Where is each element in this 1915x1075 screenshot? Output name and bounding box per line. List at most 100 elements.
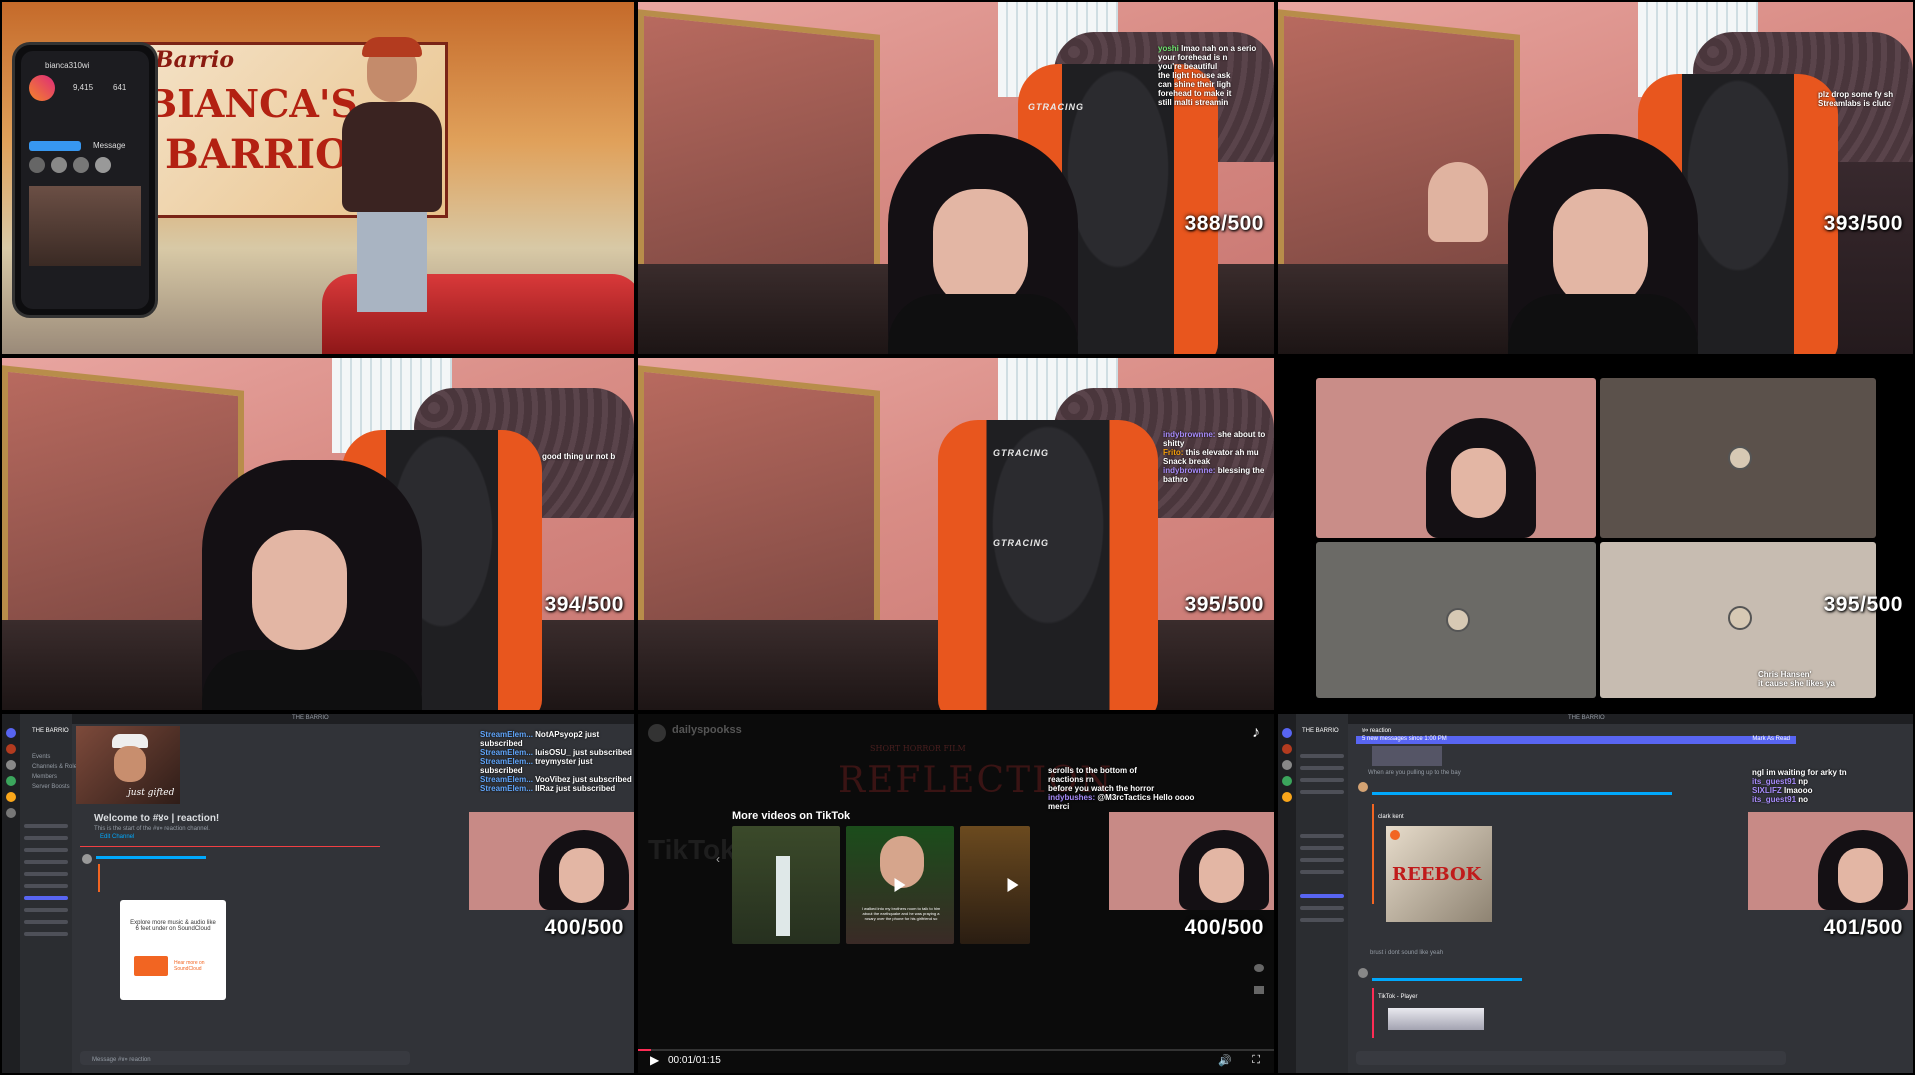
stream-clip-395[interactable]: GTRACING GTRACING indybrownne: she about… [636,356,1276,712]
home-icon[interactable] [6,728,16,738]
server-name[interactable]: THE BARRIO [32,728,69,734]
chat-line: indybrownne: she about to shitty [1163,430,1266,448]
stream-clip-388[interactable]: GTRACING yoshi lmao nah on a serio your … [636,0,1276,356]
follow-button[interactable] [29,141,81,151]
server-icon[interactable] [1282,776,1292,786]
chat-line: you're beautiful [1158,62,1218,71]
call-tile-streamer [1316,378,1596,538]
embed-title[interactable]: clark kent [1378,814,1404,820]
server-title: THE BARRIO [292,715,329,721]
server-name[interactable]: THE BARRIO [1302,728,1339,734]
discord-clip-1[interactable]: THE BARRIO THE BARRIO Events Channels & … [0,712,636,1075]
channel-boosts[interactable]: Server Boosts [32,784,70,790]
poster-image: just gifted [76,726,180,804]
profile-avatar [29,75,55,101]
soundcloud-embed: Explore more music & audio like 6 feet u… [120,900,226,1000]
avatar[interactable] [1358,968,1368,978]
phone-mockup: bianca310wi 9,415 641 Message [12,42,158,318]
home-icon[interactable] [1282,728,1292,738]
message-input[interactable]: Message #४० reaction [80,1051,410,1065]
tiktok-embed-label[interactable]: TikTok - Player [1378,994,1417,1000]
message-button[interactable]: Message [93,141,125,150]
welcome-heading: Welcome to #४० | reaction! [94,813,220,824]
sub-counter: 395/500 [1823,593,1903,616]
chat-line: SIXLIFZ lmaooo [1752,786,1813,795]
video-thumb-3[interactable] [960,826,1030,944]
sub-counter: 401/500 [1823,916,1903,939]
chat-line: its_guest91 no [1752,795,1809,804]
message-link[interactable] [1372,792,1672,795]
side-actions [1254,964,1264,1024]
new-messages-bar[interactable]: 5 new messages since 1:00 PM Mark As Rea… [1356,736,1796,744]
server-icon[interactable] [6,792,16,802]
mark-read-button[interactable]: Mark As Read [1752,736,1790,742]
tiktok-clip[interactable]: dailyspookss SHORT HORROR FILM REFLECTIO… [636,712,1276,1075]
story-highlights [29,157,141,175]
channel-avatar[interactable] [648,724,666,742]
film-label: SHORT HORROR FILM [870,744,966,753]
avatar[interactable] [82,854,92,864]
message-link[interactable] [96,856,206,859]
movie-thumbnail[interactable]: REEBOK [1386,826,1492,922]
chat-line: StreamElem... luisOSU_ just subscribed [480,748,633,757]
video-thumb-2[interactable]: I walked into my brothers room to talk t… [846,826,954,944]
play-icon [894,878,906,892]
server-icon[interactable] [6,808,16,818]
channel-name[interactable]: dailyspookss [672,724,742,736]
photo-grid [29,186,141,266]
chat-line: still malti streamin [1158,98,1229,107]
sub-counter: 394/500 [544,593,624,616]
soundcloud-button[interactable]: Hear more on SoundCloud [174,960,220,972]
chat-overlay: StreamElem... NotAPsyop2 just subscribed… [480,730,634,793]
gta-clip[interactable]: Barrio BIANCA'S BARRIO bianca310wi 9,415… [0,0,636,356]
play-button-icon[interactable]: ▶ [650,1053,659,1067]
server-icon[interactable] [1282,760,1292,770]
soundcloud-cta: Explore more music & audio like 6 feet u… [130,920,216,932]
server-icon[interactable] [6,744,16,754]
chat-line: Chris Hansen' [1758,670,1812,679]
chat-line: StreamElem... NotAPsyop2 just subscribed [480,730,600,748]
tiktok-embed-preview[interactable] [1388,1008,1484,1030]
progress-bar[interactable] [638,1049,1274,1051]
more-videos-heading: More videos on TikTok [732,810,851,822]
channel-roles[interactable]: Channels & Roles [32,764,80,770]
chat-line: Frito: this elevator ah mu [1163,448,1259,457]
server-icon[interactable] [6,760,16,770]
active-channel[interactable] [24,896,68,900]
server-rail [1278,714,1296,1073]
avatar[interactable] [1358,782,1368,792]
participant-avatar [1728,606,1752,630]
stream-clip-394[interactable]: good thing ur not b 394/500 [0,356,636,712]
streamer [1508,134,1698,354]
server-icon[interactable] [1282,792,1292,802]
video-thumb-1[interactable] [732,826,840,944]
new-divider [80,846,380,847]
video-call-clip[interactable]: Chris Hansen' it cause she likes ya 395/… [1276,356,1915,712]
share-icon[interactable] [1254,986,1264,994]
prev-arrow-icon[interactable]: ‹ [716,852,720,866]
edit-channel-link[interactable]: Edit Channel [100,834,134,840]
channel-list: THE BARRIO [1296,714,1348,1073]
chat-line: merci [1048,802,1070,811]
chat-line: plz drop some fy sh [1818,90,1894,99]
fullscreen-icon[interactable]: ⛶ [1252,1054,1260,1067]
volume-icon[interactable]: 🔊 [1218,1054,1232,1067]
message-input[interactable] [1356,1051,1786,1065]
comment-icon[interactable] [1254,964,1264,972]
channel-header: ४० reaction [1362,728,1392,734]
active-channel[interactable] [1300,894,1344,898]
chat-line: reactions rn [1048,775,1094,784]
webcam-overlay [469,812,634,910]
discord-clip-2[interactable]: THE BARRIO THE BARRIO ४० reaction 5 new … [1276,712,1915,1075]
chat-line: forehead to make it [1158,89,1232,98]
stream-clip-393[interactable]: plz drop some fy sh Streamlabs is clutc … [1276,0,1915,356]
server-icon[interactable] [1282,744,1292,754]
participant-avatar [1446,608,1470,632]
sub-counter: 393/500 [1823,212,1903,235]
message-link[interactable] [1372,978,1522,981]
tiktok-watermark: TikTok [648,834,736,865]
channel-members[interactable]: Members [32,774,57,780]
sub-counter: 395/500 [1184,593,1264,616]
server-icon[interactable] [6,776,16,786]
channel-events[interactable]: Events [32,754,50,760]
